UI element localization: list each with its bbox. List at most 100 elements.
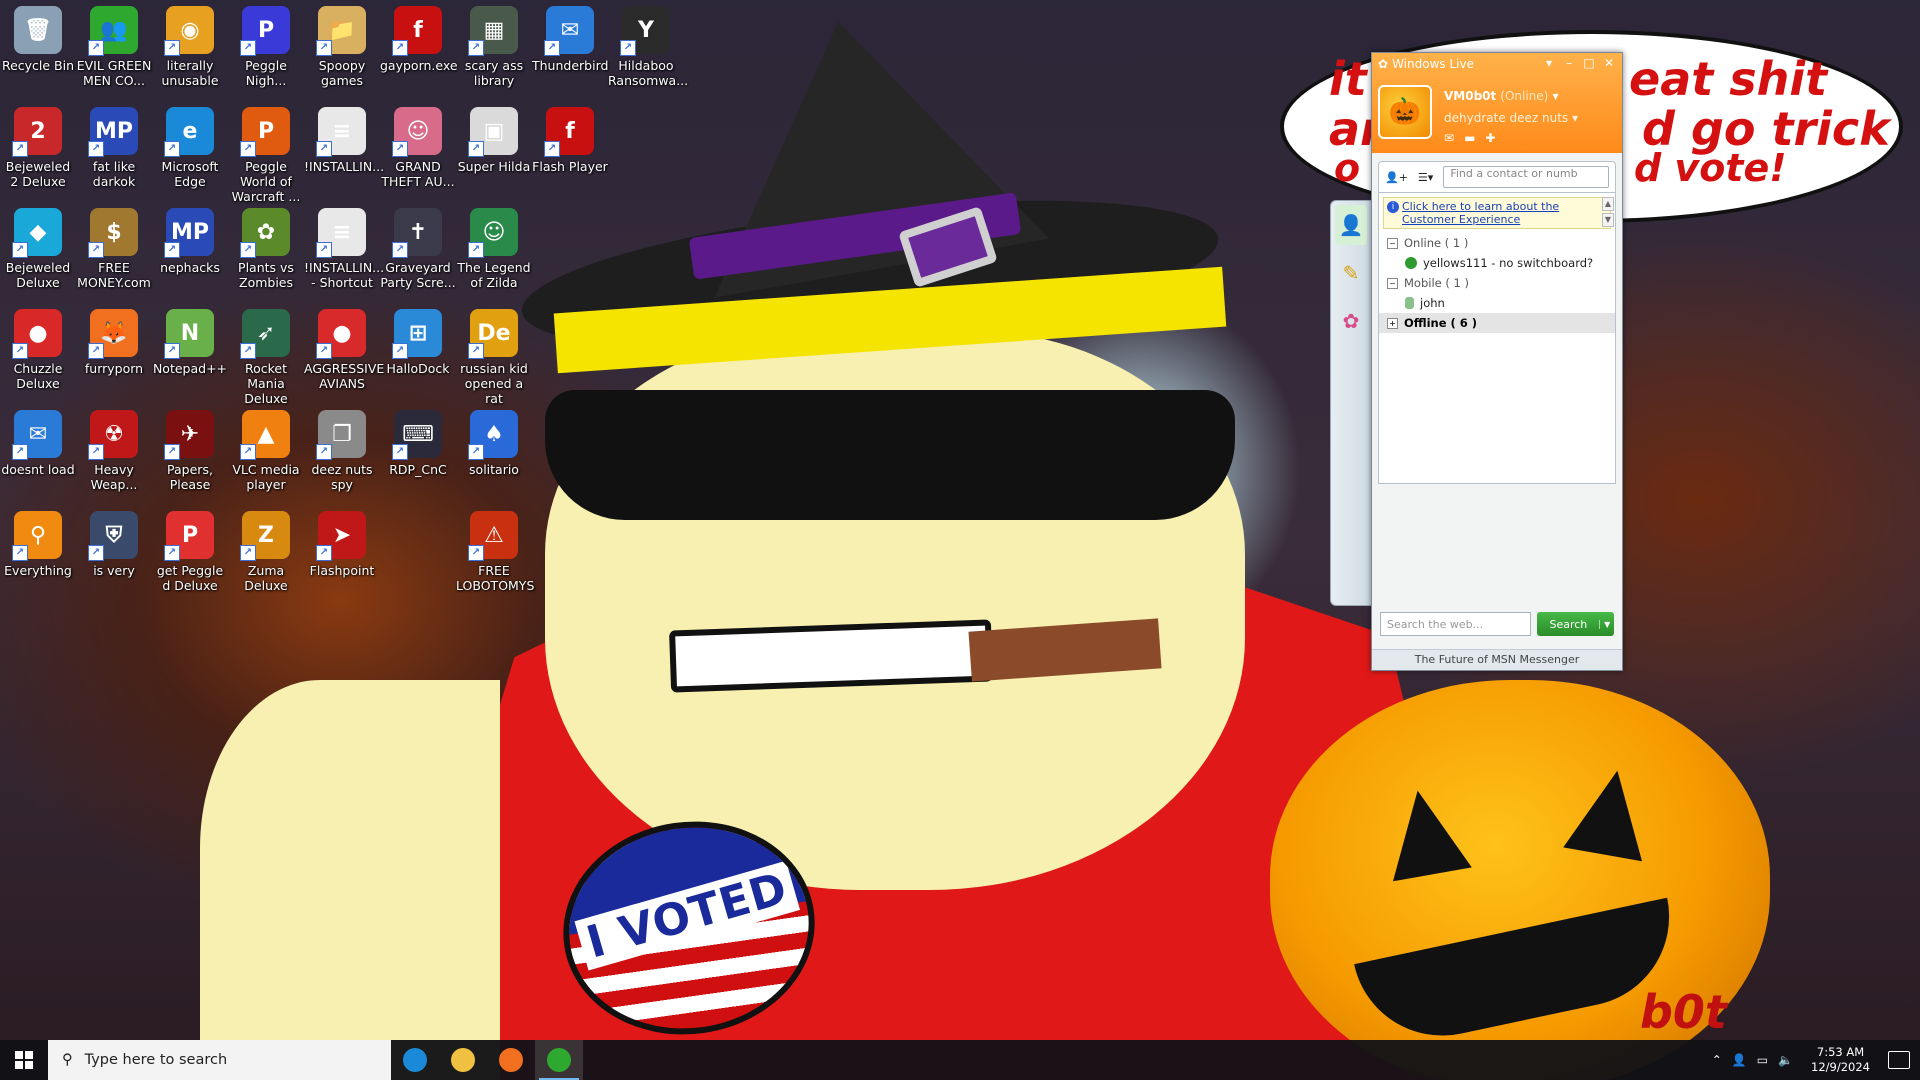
desktop-icon[interactable]: ☺ ↗ GRAND THEFT AU...: [380, 101, 456, 189]
expand-icon[interactable]: +: [1387, 317, 1398, 329]
network-icon[interactable]: ▭: [1757, 1053, 1768, 1067]
desktop-icon[interactable]: 2 ↗ Bejeweled 2 Deluxe: [0, 101, 76, 189]
shortcut-arrow-icon: ↗: [88, 141, 104, 157]
desktop-icon[interactable]: 🗑 Recycle Bin: [0, 0, 76, 73]
search-icon: ⚲: [62, 1052, 73, 1068]
desktop-icon[interactable]: P ↗ Peggle Nigh...: [228, 0, 304, 88]
desktop-icon[interactable]: ⛨ ↗ is very: [76, 505, 152, 578]
customer-experience-link[interactable]: Click here to learn about the Customer E…: [1402, 200, 1559, 226]
butterfly-tab-icon[interactable]: ✿: [1335, 301, 1367, 341]
find-contact-input[interactable]: Find a contact or numb: [1443, 166, 1609, 188]
shortcut-arrow-icon: ↗: [468, 545, 484, 561]
desktop-icon[interactable]: P ↗ Peggle World of Warcraft ...: [228, 101, 304, 204]
menu-dropdown-icon[interactable]: ▾: [1542, 56, 1556, 70]
shortcut-arrow-icon: ↗: [164, 343, 180, 359]
desktop-icon[interactable]: ✉ ↗ Thunderbird: [532, 0, 608, 73]
desktop-icon[interactable]: ▣ ↗ Super Hilda: [456, 101, 532, 174]
taskbar-app-button[interactable]: [487, 1040, 535, 1080]
volume-icon[interactable]: 🔈: [1778, 1053, 1793, 1067]
contact-item[interactable]: yellows111 - no switchboard?: [1379, 253, 1615, 273]
desktop-icon[interactable]: MP ↗ nephacks: [152, 202, 228, 275]
desktop-icon[interactable]: ⌨ ↗ RDP_CnC: [380, 404, 456, 477]
collapse-icon[interactable]: −: [1387, 237, 1398, 249]
desktop-icon[interactable]: 🦊 ↗ furryporn: [76, 303, 152, 376]
web-search-input[interactable]: Search the web...: [1380, 612, 1532, 636]
desktop-icon[interactable]: Z ↗ Zuma Deluxe: [228, 505, 304, 593]
desktop-icon[interactable]: ≡ ↗ !INSTALLIN...: [304, 101, 384, 174]
peggle-nights-icon: P ↗: [240, 6, 290, 56]
user-name[interactable]: VM0b0t (Online) ▾: [1444, 89, 1559, 103]
sort-options-icon[interactable]: ☰▾: [1418, 171, 1433, 184]
personal-message[interactable]: dehydrate deez nuts ▾: [1444, 111, 1578, 125]
desktop-icon[interactable]: 👥 ↗ EVIL GREEN MEN CO...: [76, 0, 152, 88]
angry-birds-icon: ● ↗: [316, 309, 366, 359]
desktop-icon[interactable]: ✉ ↗ doesnt load: [0, 404, 76, 477]
desktop-icon[interactable]: ✿ ↗ Plants vs Zombies: [228, 202, 304, 290]
shortcut-arrow-icon: ↗: [392, 444, 408, 460]
taskbar-app-button[interactable]: [535, 1040, 583, 1080]
taskbar-search-box[interactable]: ⚲ Type here to search: [48, 1040, 391, 1080]
contact-item[interactable]: john: [1379, 293, 1615, 313]
desktop-icon[interactable]: ▦ ↗ scary ass library: [456, 0, 532, 88]
desktop-icon[interactable]: ♠ ↗ solitario: [456, 404, 532, 477]
chevron-up-icon[interactable]: ⌃: [1712, 1053, 1722, 1067]
desktop-icon[interactable]: f ↗ gayporn.exe: [380, 0, 458, 73]
search-button[interactable]: Search ▼: [1537, 612, 1614, 636]
desktop-icon[interactable]: ☢ ↗ Heavy Weap...: [76, 404, 152, 492]
msn-tray-icon[interactable]: 👤: [1732, 1053, 1747, 1067]
add-contact-icon[interactable]: 👤+: [1385, 171, 1408, 184]
status-dropdown-icon[interactable]: ▾: [1548, 89, 1559, 103]
desktop-icon[interactable]: ❐ ↗ deez nuts spy: [304, 404, 380, 492]
close-icon[interactable]: ✕: [1602, 56, 1616, 70]
desktop-icon[interactable]: ☺ ↗ The Legend of Zilda: [456, 202, 532, 290]
mail-icon[interactable]: ✉: [1444, 131, 1454, 145]
windows-stack-icon: ❐ ↗: [316, 410, 366, 460]
contacts-tab-icon[interactable]: 👤: [1335, 205, 1367, 245]
chat-tab-icon[interactable]: ✎: [1335, 253, 1367, 293]
notifications-icon[interactable]: [1888, 1051, 1910, 1069]
message-dropdown-icon[interactable]: ▾: [1568, 111, 1578, 125]
avatar[interactable]: 🎃: [1378, 85, 1432, 139]
group-mobile[interactable]: − Mobile ( 1 ): [1379, 273, 1615, 293]
xbox-icon[interactable]: ✚: [1485, 131, 1495, 145]
desktop-icon[interactable]: ▲ ↗ VLC media player: [228, 404, 304, 492]
desktop-icon[interactable]: ◆ ↗ Bejeweled Deluxe: [0, 202, 76, 290]
group-online[interactable]: − Online ( 1 ): [1379, 233, 1615, 253]
taskbar-app-button[interactable]: [391, 1040, 439, 1080]
search-dropdown-icon[interactable]: ▼: [1599, 619, 1614, 629]
desktop-icon[interactable]: N ↗ Notepad++: [152, 303, 228, 376]
desktop-icon[interactable]: ✈ ↗ Papers, Please: [152, 404, 228, 492]
desktop-icon[interactable]: ◉ ↗ literally unusable: [152, 0, 228, 88]
scroll-down-icon[interactable]: ▼: [1602, 213, 1614, 227]
desktop-icon[interactable]: ⊞ ↗ HalloDock: [380, 303, 456, 376]
desktop-icon[interactable]: e ↗ Microsoft Edge: [152, 101, 228, 189]
desktop-icon[interactable]: ≡ ↗ !INSTALLIN... - Shortcut: [304, 202, 384, 290]
desktop-icon[interactable]: 📁 ↗ Spoopy games: [304, 0, 380, 88]
group-offline[interactable]: + Offline ( 6 ): [1379, 313, 1615, 333]
desktop-icon-label: get Peggle d Deluxe: [156, 563, 224, 593]
taskbar-app-button[interactable]: [439, 1040, 487, 1080]
folder-icon[interactable]: ▬: [1464, 131, 1475, 145]
collapse-icon[interactable]: −: [1387, 277, 1398, 289]
desktop-icon[interactable]: $ ↗ FREE MONEY.com: [76, 202, 152, 290]
desktop-icon[interactable]: ⚲ ↗ Everything: [0, 505, 76, 578]
desktop-icon[interactable]: P ↗ get Peggle d Deluxe: [152, 505, 228, 593]
minimize-icon[interactable]: –: [1562, 56, 1576, 70]
scroll-up-icon[interactable]: ▲: [1602, 197, 1614, 211]
desktop-icon[interactable]: ● ↗ AGGRESSIVE AVIANS: [304, 303, 384, 391]
user-status: (Online): [1500, 89, 1549, 103]
desktop-icon[interactable]: Y ↗ Hildaboo Ransomwa...: [608, 0, 688, 88]
msn-butterfly-icon: ✿: [1378, 57, 1389, 71]
desktop-icon[interactable]: ✝ ↗ Graveyard Party Scre...: [380, 202, 456, 290]
desktop-icon[interactable]: f ↗ Flash Player: [532, 101, 608, 174]
desktop-icon[interactable]: ● ↗ Chuzzle Deluxe: [0, 303, 76, 391]
desktop-icon[interactable]: De ↗ russian kid opened a rat: [456, 303, 532, 406]
desktop-icon[interactable]: ➶ ↗ Rocket Mania Deluxe: [228, 303, 304, 406]
maximize-icon[interactable]: □: [1582, 56, 1596, 70]
desktop-icon[interactable]: ➤ ↗ Flashpoint: [304, 505, 380, 578]
desktop-icon[interactable]: MP ↗ fat like darkok: [76, 101, 152, 189]
start-button[interactable]: [0, 1040, 48, 1080]
clock[interactable]: 7:53 AM 12/9/2024: [1811, 1045, 1870, 1075]
desktop-icon[interactable]: ⚠ ↗ FREE LOBOTOMYS: [456, 505, 534, 593]
desktop-icon-label: Thunderbird: [532, 58, 609, 73]
